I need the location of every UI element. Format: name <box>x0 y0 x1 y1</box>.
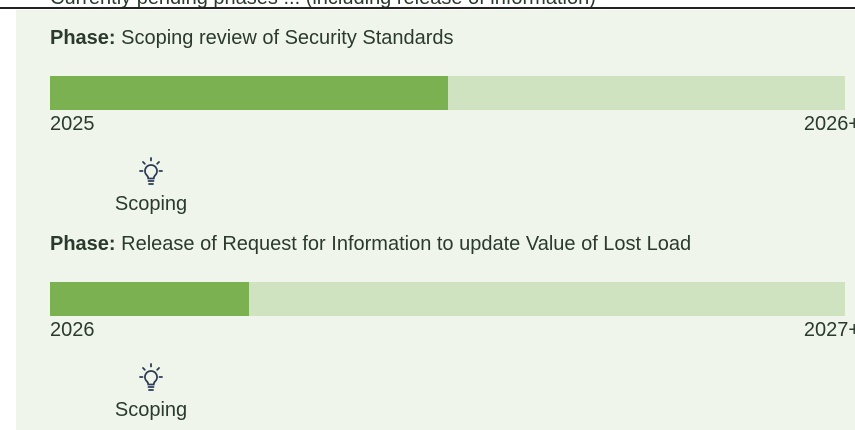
phase-name: Scoping review of Security Standards <box>121 27 454 49</box>
clipped-header-text: Currently pending phases ... (including … <box>50 0 596 7</box>
stage-indicator: Scoping <box>106 362 196 422</box>
phase-title-2: Phase: Release of Request for Informatio… <box>50 232 850 256</box>
phases-panel: Phase: Scoping review of Security Standa… <box>16 10 855 430</box>
phase-label: Phase: <box>50 233 116 255</box>
stage-label: Scoping <box>114 193 188 215</box>
timeline-bar <box>50 76 845 110</box>
clipped-header: Currently pending phases ... (including … <box>0 0 855 9</box>
timeline-bar <box>50 282 845 316</box>
phase-title-1: Phase: Scoping review of Security Standa… <box>50 26 850 50</box>
timeline-bar-fill <box>50 282 249 316</box>
stage-label: Scoping <box>114 399 188 421</box>
lightbulb-icon <box>139 363 163 391</box>
timeline-start-label: 2025 <box>50 113 95 135</box>
lightbulb-icon <box>139 157 163 185</box>
timeline-start-label: 2026 <box>50 319 95 341</box>
timeline-end-label: 2026+ <box>803 113 855 135</box>
stage-indicator: Scoping <box>106 156 196 216</box>
phase-card-2: Phase: Release of Request for Informatio… <box>50 232 855 421</box>
timeline-end-label: 2027+ <box>803 319 855 341</box>
phase-name: Release of Request for Information to up… <box>121 233 692 255</box>
phase-card-1: Phase: Scoping review of Security Standa… <box>50 26 855 215</box>
phase-label: Phase: <box>50 27 116 49</box>
timeline-bar-fill <box>50 76 448 110</box>
